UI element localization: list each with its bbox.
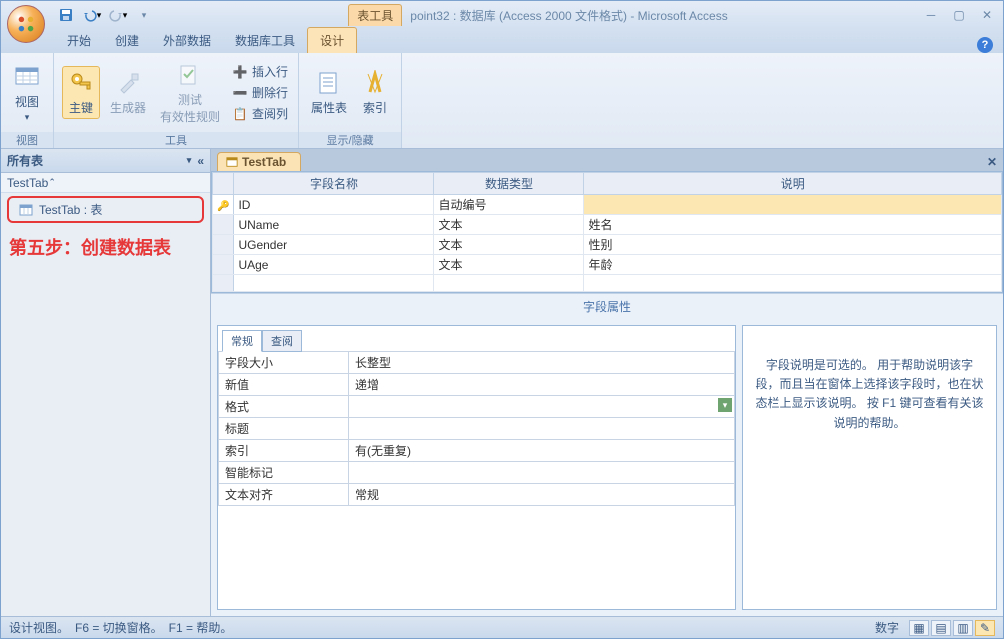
nav-item-testtab[interactable]: TestTab : 表: [7, 196, 204, 223]
view-design-icon[interactable]: ✎: [975, 620, 995, 636]
grid-row[interactable]: UAge 文本 年龄: [213, 255, 1002, 275]
undo-icon[interactable]: ▾: [81, 4, 103, 26]
minimize-icon[interactable]: ─: [921, 7, 941, 23]
nav-group-header[interactable]: TestTab ⌃: [1, 173, 210, 193]
help-icon[interactable]: ?: [977, 37, 993, 53]
col-data-type[interactable]: 数据类型: [434, 173, 584, 195]
select-all-corner[interactable]: [213, 173, 234, 195]
table-icon: [19, 203, 33, 217]
col-field-name[interactable]: 字段名称: [234, 173, 434, 195]
grid-row[interactable]: 🔑 ID 自动编号: [213, 195, 1002, 215]
grid-row[interactable]: [213, 275, 1002, 292]
tab-create[interactable]: 创建: [103, 28, 151, 53]
test-validation-button[interactable]: 测试 有效性规则: [156, 59, 224, 127]
doc-close-icon[interactable]: ✕: [981, 153, 1003, 171]
table-icon: [226, 156, 238, 168]
status-text: 设计视图。 F6 = 切换窗格。 F1 = 帮助。: [9, 619, 232, 636]
help-panel: 字段说明是可选的。 用于帮助说明该字段，而且当在窗体上选择该字段时，也在状态栏上…: [742, 325, 997, 610]
group-view-label: 视图: [1, 132, 53, 148]
dropdown-icon[interactable]: ▾: [718, 398, 732, 412]
collapse-icon[interactable]: ⌃: [48, 177, 56, 188]
lookup-column-button[interactable]: 📋查阅列: [230, 104, 290, 123]
tab-external-data[interactable]: 外部数据: [151, 28, 223, 53]
view-pivot-table-icon[interactable]: ▤: [931, 620, 951, 636]
tab-design[interactable]: 设计: [307, 27, 357, 53]
chevron-down-icon[interactable]: ▾: [187, 155, 192, 166]
delete-rows-button[interactable]: ➖删除行: [230, 83, 290, 102]
insert-rows-button[interactable]: ➕插入行: [230, 62, 290, 81]
primary-key-icon: 🔑: [217, 201, 229, 212]
builder-button[interactable]: 生成器: [106, 67, 150, 118]
property-grid[interactable]: 字段大小长整型 新值递增 格式▾ 标题 索引有(无重复) 智能标记 文本对齐常规: [218, 351, 735, 506]
close-icon[interactable]: ✕: [977, 7, 997, 23]
view-datasheet-icon[interactable]: ▦: [909, 620, 929, 636]
doc-tab-testtab[interactable]: TestTab: [217, 152, 301, 171]
view-button[interactable]: 视图 ▾: [9, 61, 45, 125]
field-grid[interactable]: 字段名称 数据类型 说明 🔑 ID 自动编号 UName 文本 姓名: [212, 172, 1002, 292]
window-title: point32 : 数据库 (Access 2000 文件格式) - Micro…: [410, 7, 727, 24]
tab-home[interactable]: 开始: [55, 28, 103, 53]
grid-row[interactable]: UGender 文本 性别: [213, 235, 1002, 255]
grid-row[interactable]: UName 文本 姓名: [213, 215, 1002, 235]
redo-icon[interactable]: ▾: [107, 4, 129, 26]
group-tools-label: 工具: [54, 132, 298, 148]
col-description[interactable]: 说明: [584, 173, 1002, 195]
props-tab-general[interactable]: 常规: [222, 330, 262, 352]
indexes-button[interactable]: 索引: [357, 67, 393, 118]
tab-database-tools[interactable]: 数据库工具: [223, 28, 307, 53]
status-mode: 数字: [875, 619, 899, 636]
maximize-icon[interactable]: ▢: [949, 7, 969, 23]
shutter-bar-icon[interactable]: «: [197, 154, 204, 168]
annotation-text: 第五步：创建数据表: [1, 226, 210, 268]
view-pivot-chart-icon[interactable]: ▥: [953, 620, 973, 636]
office-button[interactable]: [7, 5, 45, 43]
primary-key-button[interactable]: 主键: [62, 66, 100, 119]
field-properties-label: 字段属性: [211, 293, 1003, 319]
contextual-tab-label: 表工具: [348, 4, 402, 26]
nav-header[interactable]: 所有表 ▾ «: [1, 149, 210, 173]
props-tab-lookup[interactable]: 查阅: [262, 330, 302, 352]
property-sheet-button[interactable]: 属性表: [307, 67, 351, 118]
qat-customize-icon[interactable]: ▾: [133, 4, 155, 26]
save-icon[interactable]: [55, 4, 77, 26]
group-showhide-label: 显示/隐藏: [299, 132, 401, 148]
